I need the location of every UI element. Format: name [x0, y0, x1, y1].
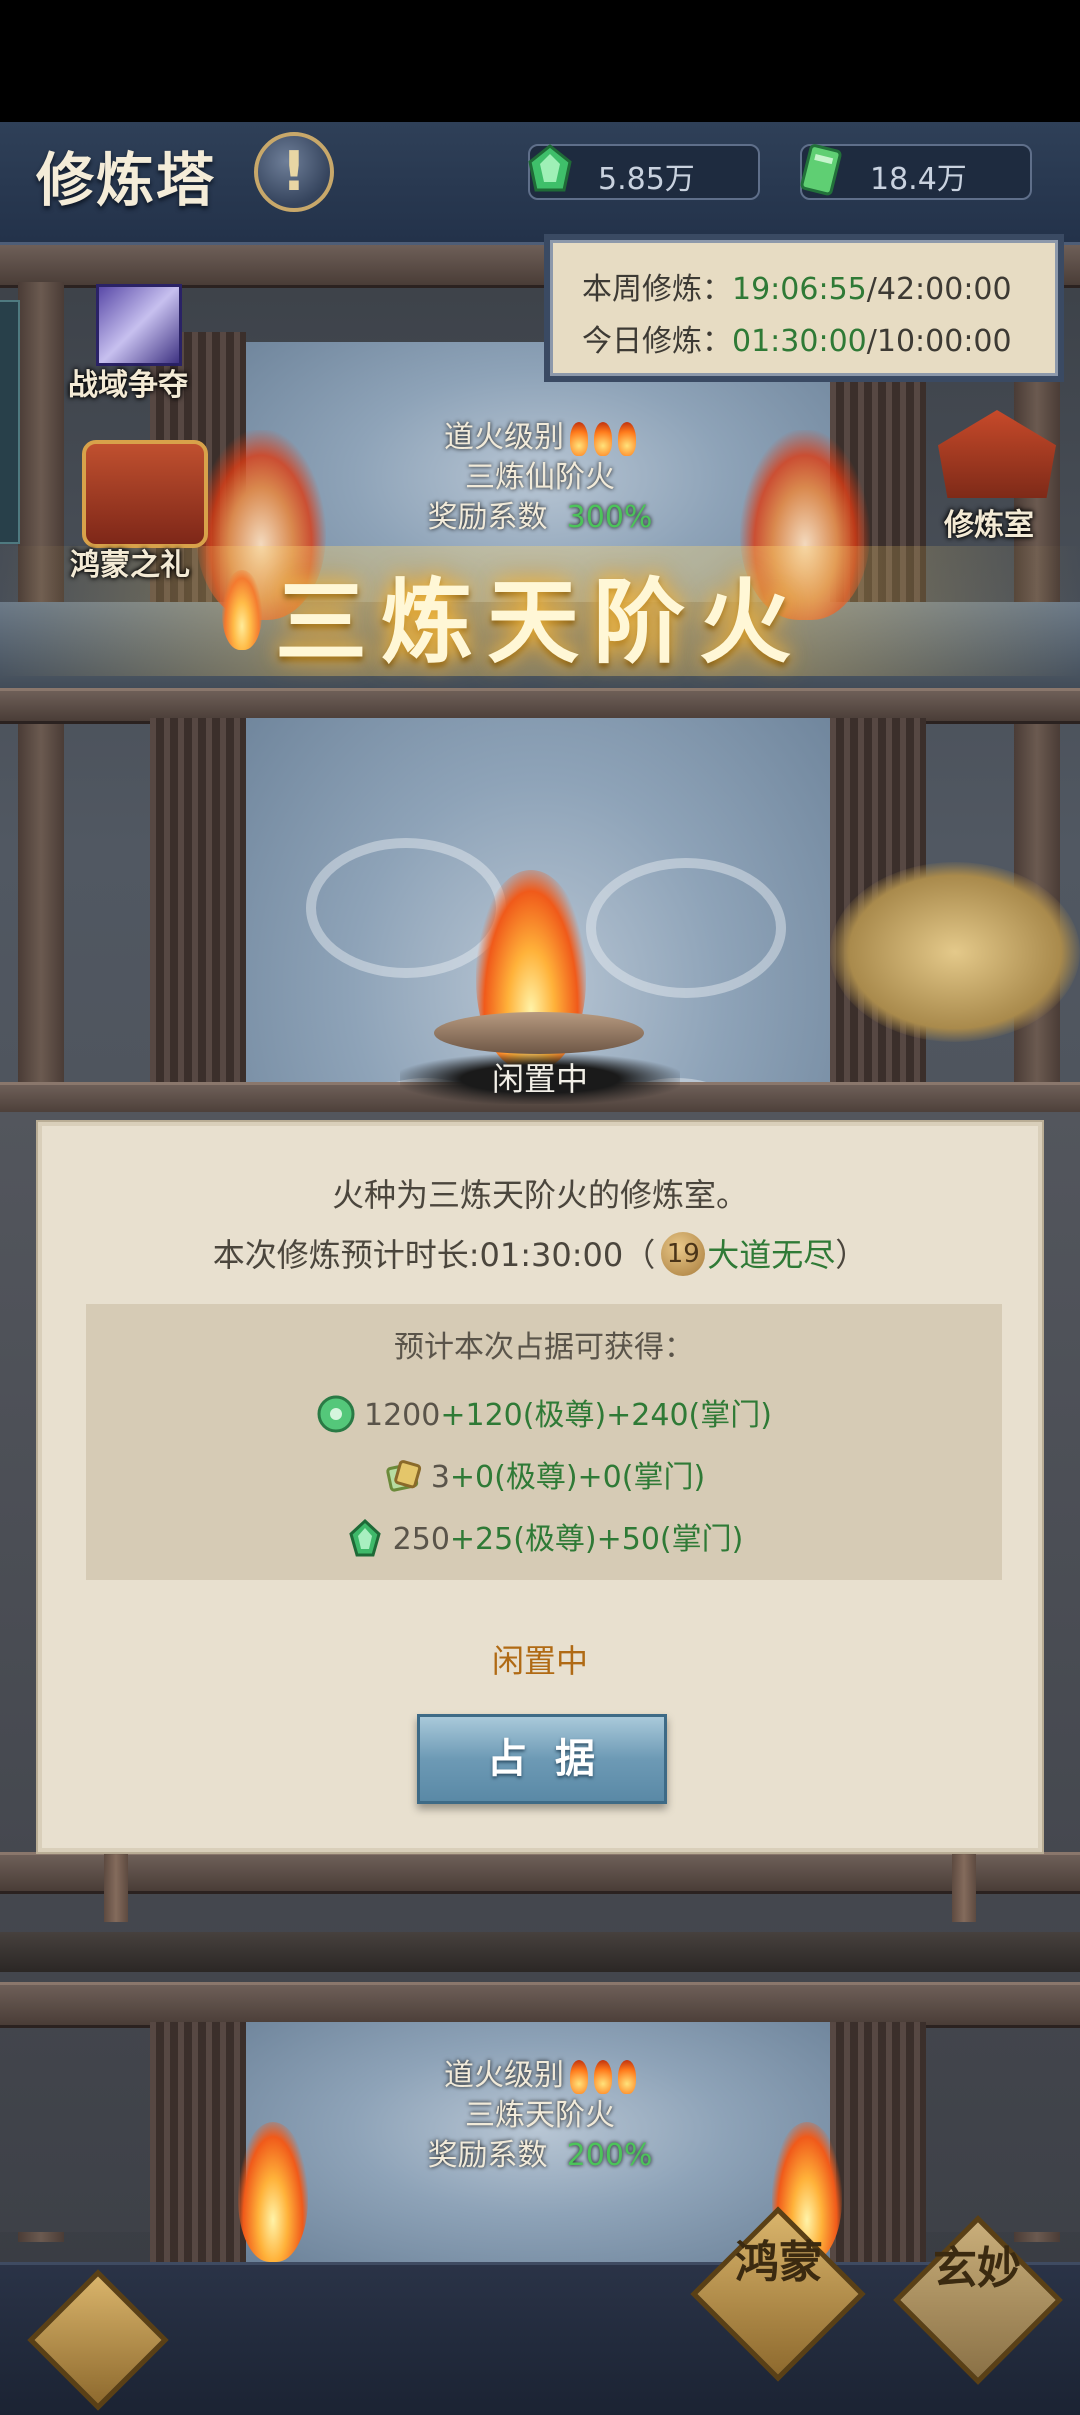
- scroll-bundle-icon: [386, 1459, 421, 1492]
- daily-value: 01:30:00: [732, 324, 867, 359]
- duration-line: 本次修炼预计时长:01:30:00（ 19 大道无尽）: [42, 1230, 1038, 1279]
- gift-chest-icon[interactable]: [82, 440, 208, 548]
- fire-icon: [570, 421, 588, 456]
- weekly-label: 本周修炼：: [582, 272, 732, 307]
- room-description: 火种为三炼天阶火的修炼室。: [331, 1176, 748, 1214]
- rewards-title: 预计本次占据可获得：: [394, 1330, 694, 1365]
- room-info-panel: 火种为三炼天阶火的修炼室。 本次修炼预计时长:01:30:00（ 19 大道无尽） …: [38, 1122, 1042, 1852]
- zone-battle-label[interactable]: 战域争夺: [68, 360, 188, 404]
- weekly-total: /42:00:00: [866, 272, 1012, 307]
- jade-crystal-icon: [528, 144, 572, 192]
- reward-row: 250+25(极尊)+50(掌门): [86, 1514, 1002, 1561]
- duration-realm: 大道无尽: [707, 1236, 836, 1274]
- reward-bonus: +25(极尊)+50(掌门): [449, 1522, 744, 1557]
- room-idle-label: 闲置中: [400, 1054, 680, 1104]
- fire-icon: [618, 421, 636, 456]
- railing-beam: [0, 1852, 1080, 1894]
- reward-bonus: +120(极尊)+240(掌门): [440, 1398, 772, 1433]
- side-flame: [238, 2122, 308, 2262]
- jade-scroll-icon: [800, 144, 842, 196]
- currency-jade[interactable]: 5.85万: [528, 144, 760, 200]
- green-crystal-icon: [348, 1518, 381, 1556]
- daily-total: /10:00:00: [866, 324, 1012, 359]
- reward-value: 300%: [566, 500, 653, 535]
- fire-icon: [618, 2059, 636, 2094]
- jade-coin-icon: [317, 1395, 355, 1432]
- zone-battle-icon[interactable]: [96, 284, 182, 366]
- hongmeng-gift-label[interactable]: 鸿蒙之礼: [70, 540, 190, 584]
- fire-altar: [434, 1012, 644, 1054]
- fire-icon: [594, 421, 612, 456]
- daily-label: 今日修炼：: [582, 324, 732, 359]
- reward-row: 1200+120(极尊)+240(掌门): [86, 1390, 1002, 1437]
- fire-icon: [594, 2059, 612, 2094]
- reward-label: 奖励系数: [427, 2138, 548, 2173]
- status-bar: [0, 0, 1080, 122]
- page-title: 修炼塔: [36, 146, 217, 214]
- golden-tree: [830, 862, 1080, 1042]
- reward-value: 200%: [566, 2138, 653, 2173]
- daily-timer: 今日修炼：01:30:00/10:00:00: [582, 316, 1012, 360]
- fire-level-label: 道火级别: [444, 2058, 564, 2093]
- hongmeng-label: 鸿蒙: [735, 2237, 823, 2288]
- currency-jade-value: 5.85万: [598, 162, 695, 197]
- duration-prefix: 本次修炼预计时长:01:30:00（: [212, 1236, 656, 1274]
- rewards-box: 预计本次占据可获得： 1200+120(极尊)+240(掌门) 3+0(极尊)+…: [86, 1304, 1002, 1580]
- slat-screen: [150, 2022, 246, 2262]
- floor-shadow: [0, 1932, 1080, 1972]
- cultivation-timer-panel: 本周修炼：19:06:55/42:00:00 今日修炼：01:30:00/10:…: [544, 234, 1064, 382]
- upper-floor-info: 道火级别 三炼仙阶火 奖励系数 300%: [360, 418, 720, 538]
- fire-level-label: 道火级别: [444, 420, 564, 455]
- duration-close: ）: [835, 1236, 868, 1274]
- slat-screen: [830, 2022, 926, 2262]
- exclamation-icon: !: [281, 140, 307, 203]
- weekly-timer: 本周修炼：19:06:55/42:00:00: [582, 264, 1012, 308]
- xuanmiao-label: 玄妙: [933, 2243, 1021, 2294]
- info-button[interactable]: !: [254, 132, 334, 212]
- training-room-label[interactable]: 修炼室: [944, 500, 1034, 544]
- currency-scroll-value: 18.4万: [870, 162, 967, 197]
- occupy-button[interactable]: 占据: [417, 1714, 667, 1804]
- fire-icon: [570, 2059, 588, 2094]
- weekly-value: 19:06:55: [732, 272, 867, 307]
- fire-name: 三炼仙阶火: [465, 460, 615, 495]
- fire-name: 三炼天阶火: [465, 2098, 615, 2133]
- level-badge: 19: [661, 1232, 706, 1276]
- reward-bonus: +0(极尊)+0(掌门): [449, 1460, 706, 1495]
- reward-base: 250: [392, 1522, 450, 1557]
- currency-scroll[interactable]: 18.4万: [800, 144, 1032, 200]
- room-status: 闲置中: [491, 1642, 588, 1680]
- reward-row: 3+0(极尊)+0(掌门): [86, 1452, 1002, 1499]
- reward-base: 3: [430, 1460, 450, 1495]
- reward-label: 奖励系数: [427, 500, 548, 535]
- lower-floor-info: 道火级别 三炼天阶火 奖励系数 200%: [360, 2056, 720, 2176]
- reward-base: 1200: [364, 1398, 441, 1433]
- left-edge-tab[interactable]: [0, 300, 20, 544]
